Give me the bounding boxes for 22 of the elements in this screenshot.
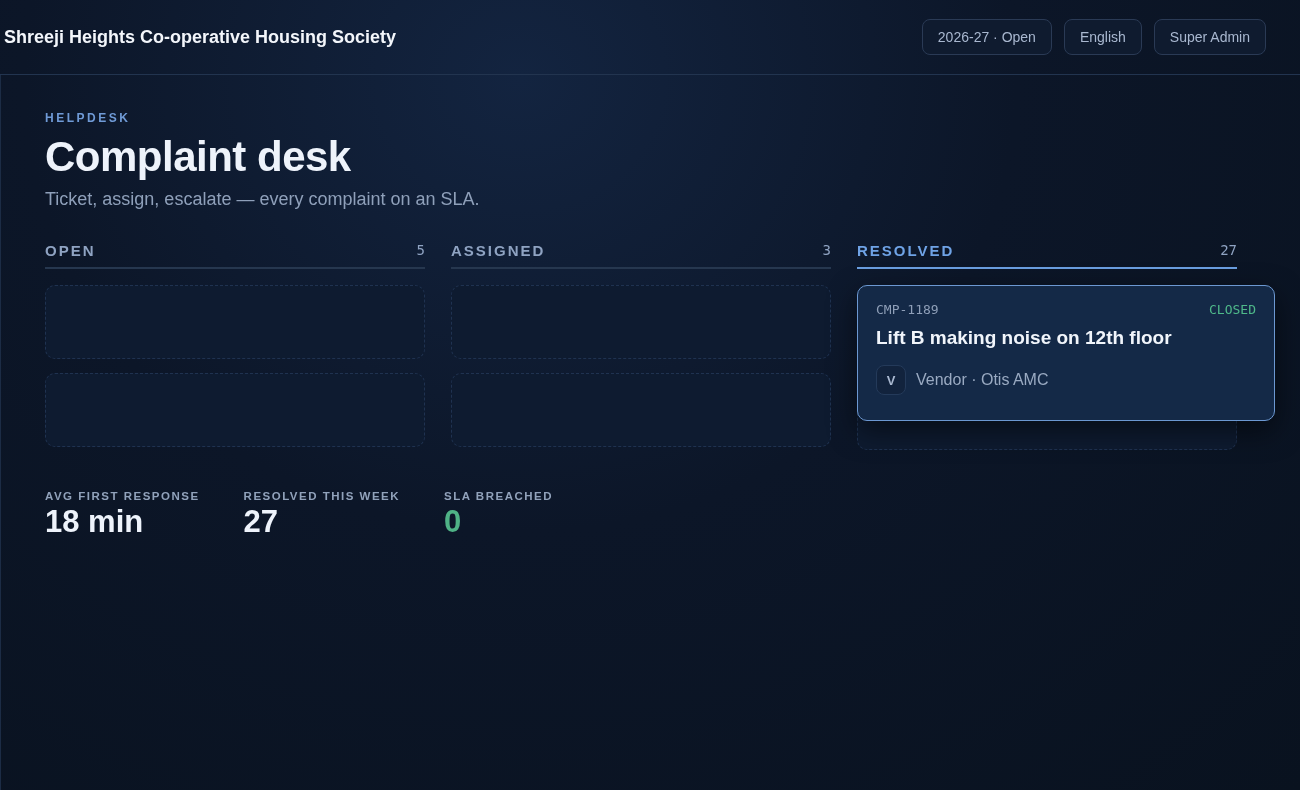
stat-label: AVG FIRST RESPONSE	[45, 490, 200, 502]
stat-value: 0	[444, 504, 463, 540]
complaint-card[interactable]: CMP-1189 CLOSED Lift B making noise on 12th floor V Vendor · Otis AMC	[857, 285, 1275, 421]
stat-value: 27	[243, 504, 280, 540]
column-header[interactable]: OPEN 5	[45, 242, 425, 269]
column-header[interactable]: RESOLVED 27	[857, 242, 1237, 269]
header-chip[interactable]: Super Admin	[1153, 19, 1266, 55]
assignee-name: Vendor · Otis AMC	[916, 371, 1049, 389]
page-title: Complaint desk	[45, 133, 352, 181]
header-chip[interactable]: English	[1063, 19, 1142, 55]
section-eyebrow: HELPDESK	[45, 111, 132, 125]
column-header[interactable]: ASSIGNED 3	[451, 242, 831, 269]
header-chip[interactable]: 2026-27 · Open	[921, 19, 1052, 55]
ticket-id: CMP-1189	[876, 302, 939, 317]
ticket-status: CLOSED	[1209, 302, 1256, 317]
stat-value: 18 min	[45, 504, 145, 540]
ticket-title: Lift B making noise on 12th floor	[876, 327, 1173, 349]
stat-label: SLA BREACHED	[444, 490, 554, 502]
stat-label: RESOLVED THIS WEEK	[243, 490, 401, 502]
page-subtitle: Ticket, assign, escalate — every complaint on an SLA.	[45, 189, 481, 210]
society-name: Shreeji Heights Co-operative Housing Society	[4, 26, 397, 48]
assignee-avatar: V	[876, 365, 906, 395]
